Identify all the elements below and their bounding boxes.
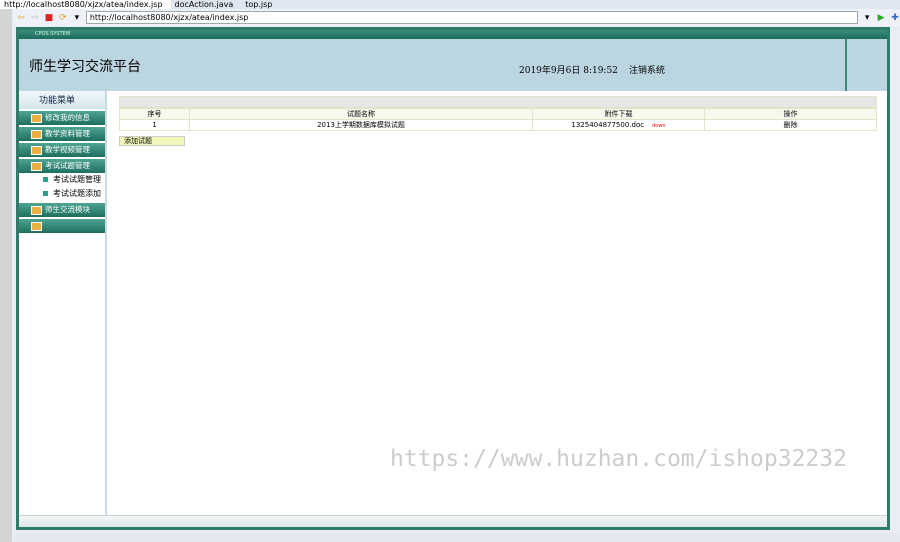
cell-name: 2013上学期数据库模拟试题 (189, 119, 533, 131)
file-name: 1325404877500.doc (571, 121, 645, 129)
col-header: 序号 (119, 108, 190, 120)
exam-table: 序号 试题名称 附件下载 操作 1 2013上学期数据库模拟试题 1325404… (119, 108, 877, 131)
col-header: 操作 (704, 108, 877, 120)
divider (845, 39, 847, 91)
ide-left-panel (0, 9, 12, 542)
menu-item[interactable]: 师生交流模块 (19, 203, 105, 217)
col-header: 附件下载 (532, 108, 705, 120)
tab-label: docAction.java (174, 0, 234, 9)
table-row: 1 2013上学期数据库模拟试题 1325404877500.doc down 删… (119, 119, 877, 131)
browser-toolbar: ⇦ ⇨ ■ ⟳ ▾ http://localhost8080/xjzx/atea… (14, 9, 900, 26)
menu-item[interactable]: 修改我的信息 (19, 111, 105, 125)
menu-item[interactable]: 考试试题管理 (19, 159, 105, 173)
status-bar (19, 515, 887, 527)
refresh-icon[interactable]: ⟳ (58, 13, 68, 23)
ide-bottom-bar (14, 533, 900, 542)
cell-no: 1 (119, 119, 190, 131)
stop-icon[interactable]: ■ (44, 13, 54, 23)
clock: 2019年9月6日 8:19:52 (519, 66, 618, 76)
browser-tab[interactable]: docAction.java (171, 0, 242, 9)
url-dropdown-icon[interactable]: ▾ (862, 13, 872, 23)
menu-item[interactable]: 教学视频管理 (19, 143, 105, 157)
cell-file: 1325404877500.doc down (532, 119, 705, 131)
go-icon[interactable]: ▶ (876, 13, 886, 23)
browser-tab[interactable]: http://localhost8080/xjzx/atea/index.jsp (0, 0, 171, 9)
forward-icon[interactable]: ⇨ (30, 13, 40, 23)
delete-link[interactable]: 删除 (704, 119, 877, 131)
table-header-bar (119, 96, 877, 108)
tab-label: top.jsp (245, 0, 273, 9)
sidebar: 功能菜单 修改我的信息 教学资料管理 教学视频管理 考试试题管理 考试试题管理 … (19, 91, 107, 517)
app-header: 师生学习交流平台 2019年9月6日 8:19:52 注销系统 (19, 39, 887, 91)
col-header: 试题名称 (189, 108, 533, 120)
app-title: 师生学习交流平台 (29, 59, 141, 75)
dropdown-icon[interactable]: ▾ (72, 13, 82, 23)
watermark: https://www.huzhan.com/ishop32232 (390, 446, 847, 472)
main-content: 序号 试题名称 附件下载 操作 1 2013上学期数据库模拟试题 1325404… (119, 96, 877, 146)
sidebar-title: 功能菜单 (39, 96, 76, 106)
plus-icon[interactable]: ✚ (890, 13, 900, 23)
submenu-item[interactable]: 考试试题管理 (19, 173, 105, 187)
logout-link[interactable]: 注销系统 (629, 63, 665, 76)
tab-label: http://localhost8080/xjzx/atea/index.jsp (4, 0, 163, 9)
back-icon[interactable]: ⇦ (16, 13, 26, 23)
app-titlebar: CPOS SYSTEM (19, 30, 887, 39)
titlebar-text: CPOS SYSTEM (35, 31, 71, 37)
browser-tab[interactable]: top.jsp (241, 0, 280, 9)
menu-item[interactable]: 教学资料管理 (19, 127, 105, 141)
submenu-item[interactable]: 考试试题添加 (19, 187, 105, 201)
add-exam-button[interactable]: 添加试题 (119, 136, 185, 146)
download-link[interactable]: down (652, 123, 666, 129)
sidebar-header: 功能菜单 (19, 91, 105, 109)
menu-footer (19, 219, 105, 233)
url-input[interactable]: http://localhost8080/xjzx/atea/index.jsp (85, 11, 859, 24)
browser-tabs: http://localhost8080/xjzx/atea/index.jsp… (0, 0, 900, 9)
